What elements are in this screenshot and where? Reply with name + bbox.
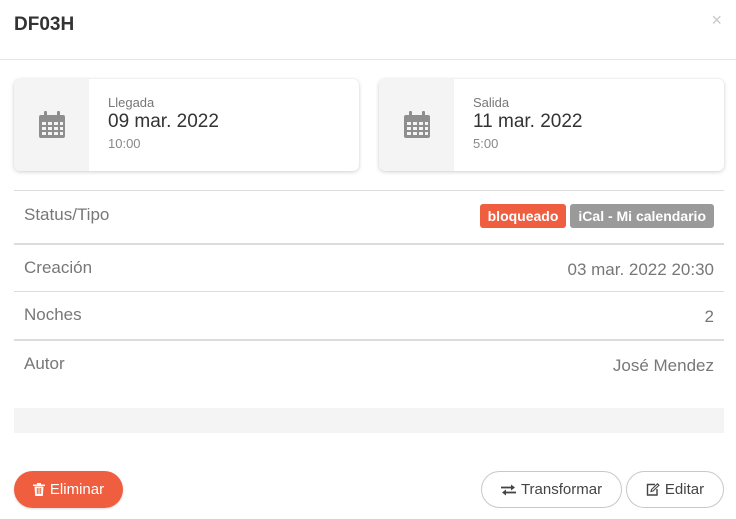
author-row: Autor José Mendez [14,339,724,387]
modal-header: DF03H × [0,0,736,60]
departure-icon-box [379,79,454,171]
departure-card: Salida 11 mar. 2022 5:00 [379,79,724,171]
nights-label: Noches [24,305,82,324]
arrival-date: 09 mar. 2022 [108,111,219,132]
arrival-time: 10:00 [108,136,141,151]
arrival-card: Llegada 09 mar. 2022 10:00 [14,79,359,171]
status-badges: bloqueado iCal - Mi calendario [479,204,714,228]
calendar-icon [403,111,430,138]
status-row: Status/Tipo bloqueado iCal - Mi calendar… [14,190,724,243]
exchange-icon [500,484,516,495]
delete-button[interactable]: Eliminar [14,471,123,508]
close-icon[interactable]: × [711,10,722,31]
status-label: Status/Tipo [24,205,110,224]
nights-value: 2 [704,307,714,326]
status-badge-blocked: bloqueado [479,204,567,228]
calendar-icon [38,111,65,138]
departure-date: 11 mar. 2022 [473,111,583,132]
transform-label: Transformar [520,481,603,498]
creation-row: Creación 03 mar. 2022 20:30 [14,243,724,291]
transform-button[interactable]: Transformar [481,471,622,508]
edit-button[interactable]: Editar [626,471,724,508]
arrival-label: Llegada [108,95,155,110]
departure-label: Salida [473,95,510,110]
arrival-icon-box [14,79,89,171]
edit-icon [646,483,660,496]
modal-title: DF03H [14,14,75,35]
author-label: Autor [24,354,65,373]
delete-label: Eliminar [49,481,105,498]
author-value: José Mendez [612,356,714,375]
type-badge-ical: iCal - Mi calendario [570,204,714,228]
nights-row: Noches 2 [14,291,724,339]
edit-label: Editar [664,481,705,498]
creation-value: 03 mar. 2022 20:30 [567,260,714,279]
empty-section [14,408,724,433]
details-table: Status/Tipo bloqueado iCal - Mi calendar… [14,190,724,387]
departure-time: 5:00 [473,136,499,151]
trash-icon [32,483,45,496]
creation-label: Creación [24,258,93,277]
